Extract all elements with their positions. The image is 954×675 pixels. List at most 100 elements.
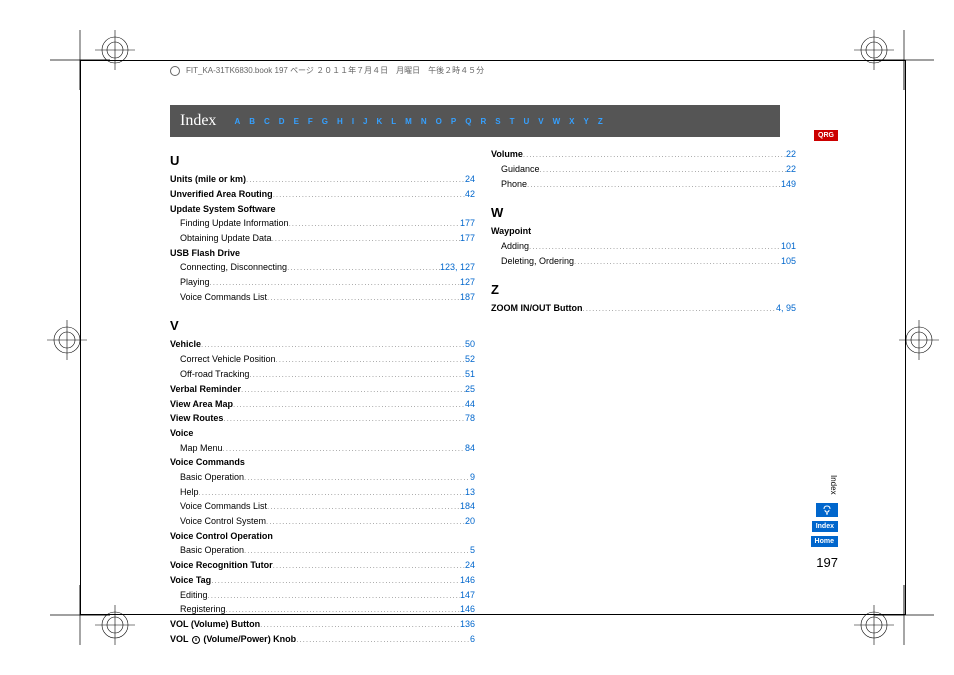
alphabet-link-g[interactable]: G — [322, 117, 328, 126]
index-term: Deleting, Ordering — [501, 254, 574, 268]
index-entry: Voice Control Operation — [170, 529, 475, 543]
alphabet-link-t[interactable]: T — [510, 117, 515, 126]
index-entry: Deleting, Ordering 105 — [491, 254, 796, 269]
index-term: Volume — [491, 147, 523, 161]
page-ref-link[interactable]: 50 — [465, 337, 475, 351]
alphabet-link-p[interactable]: P — [451, 117, 456, 126]
page-ref-link[interactable]: 42 — [465, 187, 475, 201]
print-header-stamp: FIT_KA-31TK6830.book 197 ページ ２０１１年７月４日 月… — [170, 65, 484, 76]
leader-dots — [529, 241, 781, 254]
page-ref-link[interactable]: 184 — [460, 499, 475, 513]
page-ref-link[interactable]: 105 — [781, 254, 796, 268]
page-ref-link[interactable]: 78 — [465, 411, 475, 425]
index-term: Obtaining Update Data — [180, 231, 272, 245]
page-ref-link[interactable]: 6 — [470, 632, 475, 646]
alphabet-link-y[interactable]: Y — [583, 117, 588, 126]
page-ref-link[interactable]: 146 — [460, 573, 475, 587]
alphabet-link-m[interactable]: M — [405, 117, 412, 126]
alphabet-link-a[interactable]: A — [234, 117, 240, 126]
index-term: Help — [180, 485, 199, 499]
page-ref-link[interactable]: 25 — [465, 382, 475, 396]
page-ref-link[interactable]: 24 — [465, 558, 475, 572]
page-ref-link[interactable]: 84 — [465, 441, 475, 455]
index-entry: Editing147 — [170, 588, 475, 603]
page-ref-link[interactable]: 9 — [470, 470, 475, 484]
alphabet-link-s[interactable]: S — [495, 117, 500, 126]
index-term: Waypoint — [491, 224, 531, 238]
page-ref-link[interactable]: 5 — [470, 543, 475, 557]
right-tab-strip: QRG — [814, 130, 838, 141]
leader-dots — [267, 501, 460, 514]
page-ref-link[interactable]: 149 — [781, 177, 796, 191]
index-column-left: UUnits (mile or km)24Unverified Area Rou… — [170, 147, 475, 647]
page-ref-link[interactable]: 51 — [465, 367, 475, 381]
alphabet-link-z[interactable]: Z — [598, 117, 603, 126]
leader-dots — [266, 516, 465, 529]
page-ref-link[interactable]: 123, 127 — [440, 260, 475, 274]
alphabet-link-o[interactable]: O — [436, 117, 442, 126]
alphabet-link-k[interactable]: K — [377, 117, 383, 126]
alphabet-link-d[interactable]: D — [279, 117, 285, 126]
alphabet-link-v[interactable]: V — [538, 117, 543, 126]
tab-voice[interactable] — [816, 503, 838, 517]
page-ref-link[interactable]: 127 — [460, 275, 475, 289]
index-entry: Playing 127 — [170, 275, 475, 290]
stamp-bullet-icon — [170, 66, 180, 76]
alphabet-link-e[interactable]: E — [294, 117, 299, 126]
page-ref-link[interactable]: 13 — [465, 485, 475, 499]
index-header-bar: Index ABCDEFGHIJKLMNOPQRSTUVWXYZ — [170, 105, 780, 137]
page-ref-link[interactable]: 146 — [460, 602, 475, 616]
page-ref-link[interactable]: 147 — [460, 588, 475, 602]
alphabet-link-l[interactable]: L — [391, 117, 396, 126]
index-term: Voice Control Operation — [170, 529, 273, 543]
alphabet-link-j[interactable]: J — [363, 117, 367, 126]
index-entry: Voice Commands List187 — [170, 290, 475, 305]
alphabet-link-w[interactable]: W — [553, 117, 561, 126]
page-ref-link[interactable]: 177 — [460, 231, 475, 245]
alphabet-link-b[interactable]: B — [249, 117, 255, 126]
index-entry: Voice Tag146 — [170, 573, 475, 588]
side-index-label: Index — [829, 471, 838, 499]
page-ref-link[interactable]: 20 — [465, 514, 475, 528]
alphabet-link-u[interactable]: U — [523, 117, 529, 126]
leader-dots — [574, 256, 781, 269]
leader-dots — [241, 384, 465, 397]
leader-dots — [244, 545, 470, 558]
page-ref-link[interactable]: 187 — [460, 290, 475, 304]
tab-home[interactable]: Home — [811, 536, 838, 547]
index-term: Voice Recognition Tutor — [170, 558, 273, 572]
index-section-w: W — [491, 205, 796, 220]
alphabet-link-n[interactable]: N — [421, 117, 427, 126]
page-ref-link[interactable]: 4, 95 — [776, 301, 796, 315]
index-entry: Volume 22 — [491, 147, 796, 162]
page-ref-link[interactable]: 52 — [465, 352, 475, 366]
index-term: Playing — [180, 275, 210, 289]
alphabet-link-x[interactable]: X — [569, 117, 574, 126]
index-entry: VOL (Volume/Power) Knob6 — [170, 632, 475, 647]
page-ref-link[interactable]: 24 — [465, 172, 475, 186]
alphabet-link-f[interactable]: F — [308, 117, 313, 126]
page-ref-link[interactable]: 136 — [460, 617, 475, 631]
page-ref-link[interactable]: 44 — [465, 397, 475, 411]
page-ref-link[interactable]: 177 — [460, 216, 475, 230]
index-entry: Unverified Area Routing 42 — [170, 187, 475, 202]
leader-dots — [226, 604, 460, 617]
index-term: Voice Commands — [170, 455, 245, 469]
index-entry: Update System Software — [170, 202, 475, 216]
page-ref-link[interactable]: 22 — [786, 147, 796, 161]
page-ref-link[interactable]: 22 — [786, 162, 796, 176]
alphabet-link-i[interactable]: I — [352, 117, 354, 126]
alphabet-link-r[interactable]: R — [480, 117, 486, 126]
page-ref-link[interactable]: 101 — [781, 239, 796, 253]
alphabet-link-h[interactable]: H — [337, 117, 343, 126]
alphabet-link-q[interactable]: Q — [465, 117, 471, 126]
leader-dots — [210, 277, 460, 290]
index-term: Unverified Area Routing — [170, 187, 273, 201]
index-entry: Adding101 — [491, 239, 796, 254]
tab-index[interactable]: Index — [812, 521, 838, 532]
index-entry: VOL (Volume) Button136 — [170, 617, 475, 632]
tab-qrg[interactable]: QRG — [814, 130, 838, 141]
alphabet-link-c[interactable]: C — [264, 117, 270, 126]
leader-dots — [272, 233, 460, 246]
index-term: Correct Vehicle Position — [180, 352, 276, 366]
